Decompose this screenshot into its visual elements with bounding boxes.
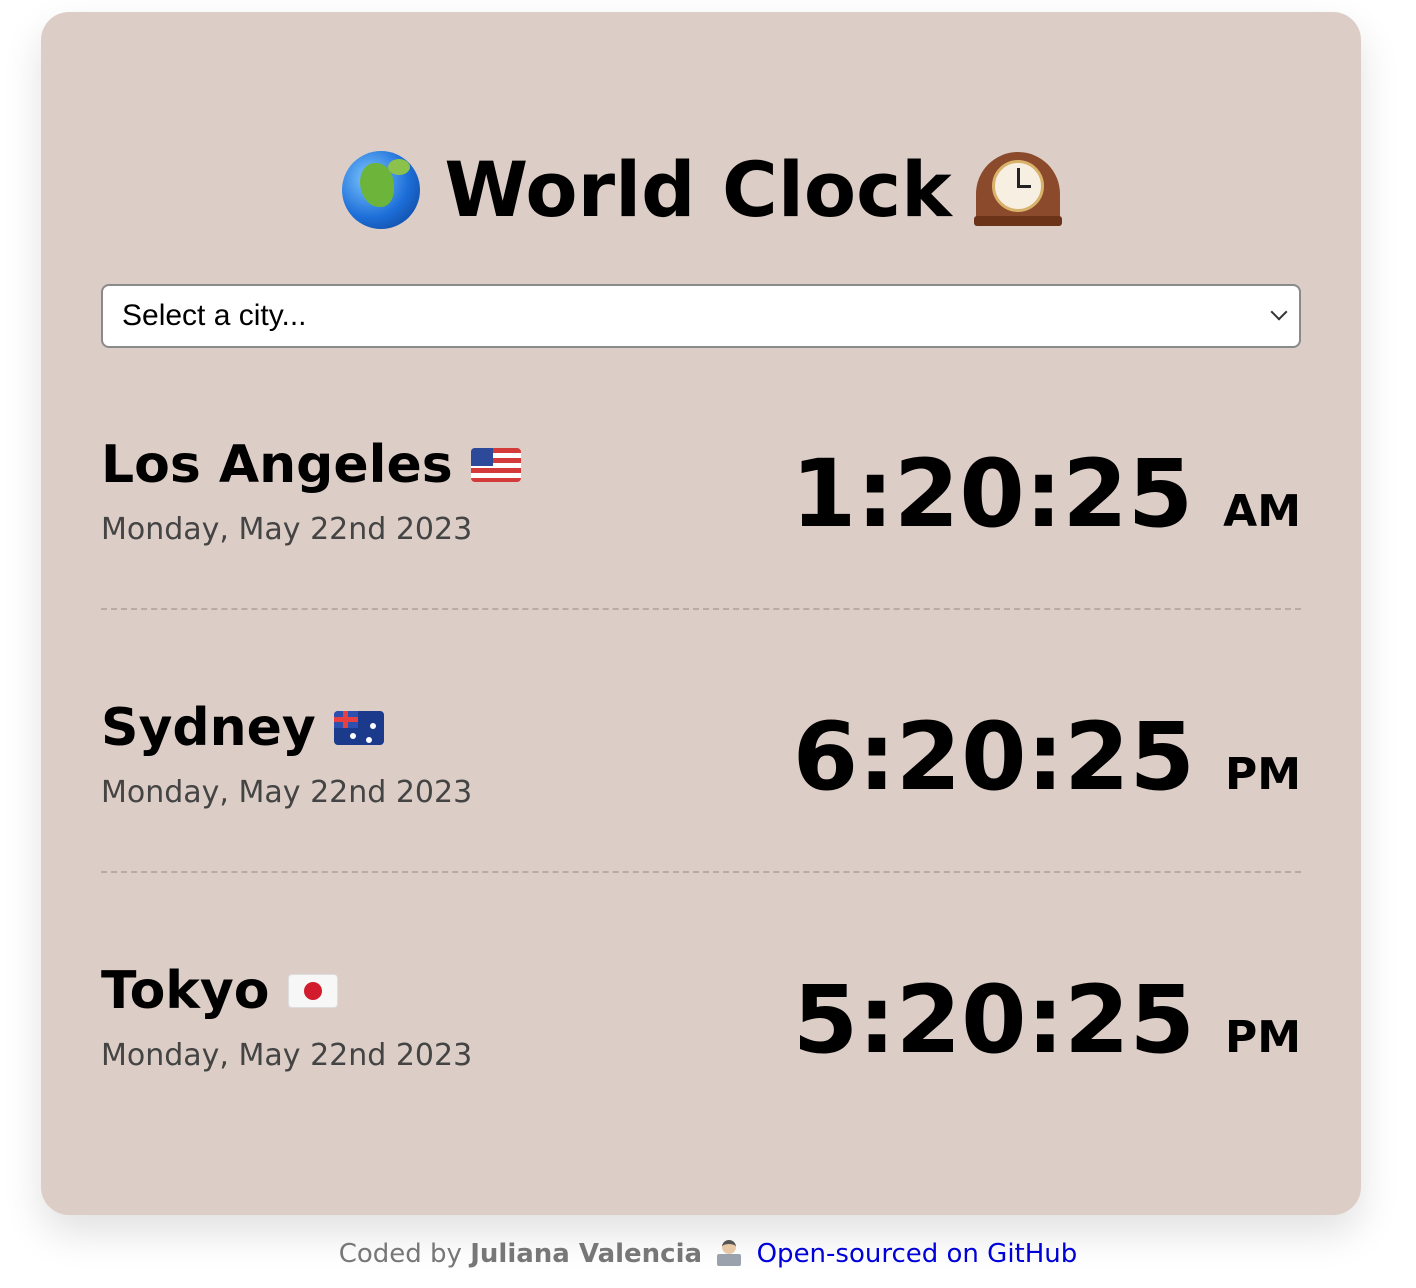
city-select-value: Select a city...	[122, 299, 307, 332]
page-title-text: World Clock	[444, 145, 952, 234]
city-time: 6:20:25 PM	[793, 703, 1301, 813]
city-row-sydney: Sydney Monday, May 22nd 2023 6:20:25 PM	[101, 693, 1301, 893]
time-value: 5:20:25	[792, 966, 1195, 1075]
city-date: Monday, May 22nd 2023	[101, 512, 473, 547]
footer-author: Juliana Valencia	[470, 1239, 703, 1269]
technologist-icon	[716, 1240, 742, 1266]
time-period: PM	[1224, 749, 1301, 800]
city-row-los-angeles: Los Angeles Monday, May 22nd 2023 1:20:2…	[101, 430, 1301, 630]
australia-flag-icon	[333, 711, 384, 745]
footer-prefix: Coded by	[338, 1239, 462, 1269]
world-clock-card: World Clock Select a city... Los Angeles…	[41, 12, 1361, 1215]
divider	[101, 608, 1301, 610]
github-link[interactable]: Open-sourced on GitHub	[757, 1239, 1078, 1269]
footer: Coded by Juliana Valencia Open-sourced o…	[0, 1236, 1416, 1272]
time-value: 6:20:25	[792, 703, 1195, 812]
city-row-tokyo: Tokyo Monday, May 22nd 2023 5:20:25 PM	[101, 956, 1301, 1156]
us-flag-icon	[470, 448, 521, 482]
city-name: Sydney	[101, 693, 384, 763]
city-time: 5:20:25 PM	[793, 966, 1301, 1076]
time-period: AM	[1223, 486, 1301, 537]
city-date: Monday, May 22nd 2023	[101, 1038, 473, 1073]
chevron-down-icon	[1270, 303, 1288, 321]
time-value: 1:20:25	[790, 440, 1194, 549]
page-title: World Clock	[41, 140, 1361, 240]
divider	[101, 871, 1301, 873]
city-time: 1:20:25 AM	[791, 440, 1301, 550]
city-date: Monday, May 22nd 2023	[101, 775, 473, 810]
time-period: PM	[1224, 1012, 1301, 1063]
city-select[interactable]: Select a city...	[101, 284, 1301, 348]
japan-flag-icon	[287, 974, 338, 1008]
city-name: Tokyo	[101, 956, 338, 1026]
mantelpiece-clock-icon	[973, 152, 1062, 228]
city-name: Los Angeles	[101, 430, 521, 500]
globe-africa-icon	[342, 151, 421, 229]
